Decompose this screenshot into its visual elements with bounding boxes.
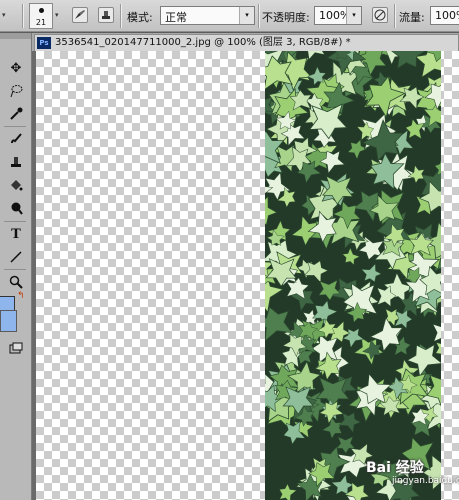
flow-field[interactable]: 100% [430,6,459,25]
blend-mode-value: 正常 [165,11,187,24]
tools-panel: ✥ T ↰ [0,33,32,500]
brush-panel-toggle-button[interactable] [72,7,88,23]
mode-label: 模式: [127,11,153,24]
chevron-down-icon: ▾ [346,7,361,24]
chevron-down-icon: ▾ [239,7,254,24]
divider [4,221,26,222]
brush-tip-icon [39,8,44,13]
line-icon[interactable] [6,247,26,267]
transparent-canvas[interactable]: Bai 经验 jingyan.baidu.com [36,51,459,500]
paint-bucket-icon[interactable] [6,175,26,195]
tablet-pressure-icon [374,9,386,21]
flow-label: 流量: [399,11,425,24]
clone-stamp-icon[interactable] [6,152,26,172]
brush-icon[interactable] [6,129,26,149]
separator [22,4,23,28]
swap-colors-icon[interactable]: ↰ [17,291,25,301]
document-title: 3536541_020147711000_2.jpg @ 100% (图层 3,… [55,37,351,48]
separator [258,4,259,28]
brush-panel-icon [75,10,85,19]
divider [4,269,26,270]
tool-options-bar: ▾ 21 ▾ 模式: 正常 ▾ 不透明度: 100% ▾ 流量: 100% [0,0,459,32]
opacity-label: 不透明度: [262,11,310,24]
watermark-url: jingyan.baidu.com [392,476,459,486]
lasso-icon[interactable] [6,81,26,101]
eyedropper-icon[interactable] [6,104,26,124]
canvas-workspace[interactable]: Bai 经验 jingyan.baidu.com [32,51,459,500]
dodge-icon[interactable] [6,198,26,218]
brush-size: 21 [35,18,47,27]
document-tab-bar: Ps 3536541_020147711000_2.jpg @ 100% (图层… [32,33,459,51]
blend-mode-select[interactable]: 正常 ▾ [160,6,255,25]
brush-picker-arrow-icon[interactable]: ▾ [55,11,59,19]
background-color-swatch[interactable] [0,310,17,332]
divider [4,126,26,127]
flow-value: 100% [435,9,459,22]
clone-source-button[interactable] [98,7,114,23]
type-icon[interactable]: T [6,224,26,244]
separator [394,4,395,28]
stamp-icon [102,11,110,19]
ivy-photo-layer[interactable] [265,51,441,500]
move-icon[interactable]: ✥ [6,58,26,78]
screen-mode-icon[interactable] [6,339,26,359]
opacity-field[interactable]: 100% ▾ [314,6,362,25]
photoshop-icon: Ps [37,37,51,49]
brush-preset-picker[interactable]: 21 [29,3,53,29]
document-tab[interactable]: Ps 3536541_020147711000_2.jpg @ 100% (图层… [34,34,459,51]
tool-preset-arrow-icon[interactable]: ▾ [2,11,6,19]
zoom-icon[interactable] [6,272,26,292]
watermark-text: Bai 经验 [366,460,424,476]
panel-grip[interactable] [0,33,31,39]
pressure-opacity-button[interactable] [372,7,388,23]
separator [120,4,121,28]
